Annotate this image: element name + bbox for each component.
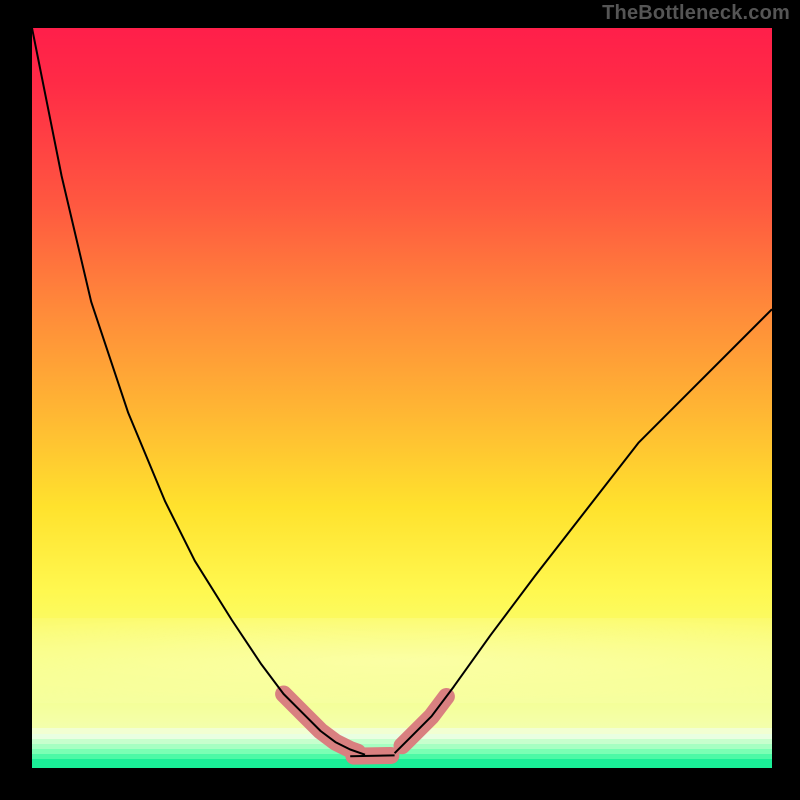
line-group <box>32 28 772 756</box>
highlight-left-curve <box>284 694 358 752</box>
curve-layer <box>32 28 772 768</box>
watermark-text: TheBottleneck.com <box>602 2 790 25</box>
curve-left-curve <box>32 28 365 755</box>
curve-right-curve <box>395 309 772 753</box>
curve-bottom-segment <box>350 755 394 756</box>
chart-frame: TheBottleneck.com <box>0 0 800 800</box>
plot-area <box>32 28 772 768</box>
